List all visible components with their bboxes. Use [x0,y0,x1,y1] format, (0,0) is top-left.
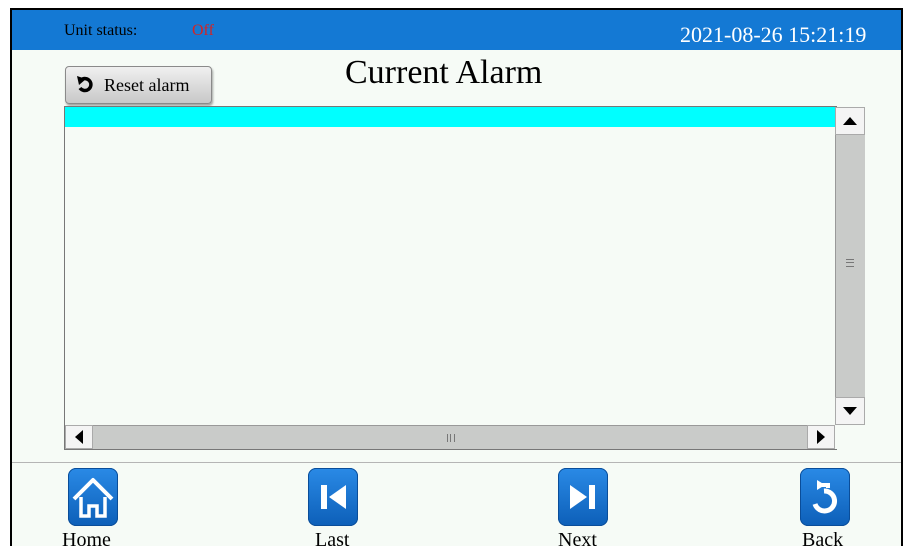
horizontal-scrollbar[interactable] [65,425,835,449]
back-label: Back [802,529,844,546]
footer-divider [12,462,901,463]
horizontal-scroll-grip[interactable] [447,434,455,442]
scroll-down-button[interactable] [835,397,865,425]
scroll-down-arrow-icon [843,407,857,415]
home-icon [68,468,118,526]
last-label: Last [315,529,350,546]
return-arrow-icon [800,468,850,526]
next-label: Next [558,529,597,546]
home-label: Home [62,529,111,546]
home-button[interactable]: Home [62,466,162,546]
last-button[interactable]: Last [302,466,402,546]
vertical-scroll-grip[interactable] [846,259,854,267]
vertical-scrollbar[interactable] [835,107,865,425]
unit-status-label: Unit status: [64,22,138,39]
back-button[interactable]: Back [790,466,890,546]
alarm-list[interactable] [64,106,865,450]
scroll-up-arrow-icon [843,117,857,125]
scroll-right-arrow-icon [817,430,825,444]
scroll-right-button[interactable] [807,425,835,449]
scroll-left-arrow-icon [75,430,83,444]
status-bar: Unit status: Off 2021-08-26 15:21:19 [12,10,901,50]
hmi-screen: Unit status: Off 2021-08-26 15:21:19 Res… [10,8,903,546]
page-title: Current Alarm [345,54,543,91]
reset-alarm-button[interactable]: Reset alarm [65,66,212,104]
selected-row-highlight[interactable] [65,107,835,127]
scroll-left-button[interactable] [65,425,93,449]
undo-icon [77,76,93,93]
skip-previous-icon [308,468,358,526]
reset-alarm-label: Reset alarm [104,74,190,95]
skip-next-icon [558,468,608,526]
scrollbar-corner [835,425,865,449]
unit-status-value: Off [192,22,214,39]
next-button[interactable]: Next [552,466,652,546]
scroll-up-button[interactable] [835,107,865,135]
datetime-display: 2021-08-26 15:21:19 [680,22,867,47]
